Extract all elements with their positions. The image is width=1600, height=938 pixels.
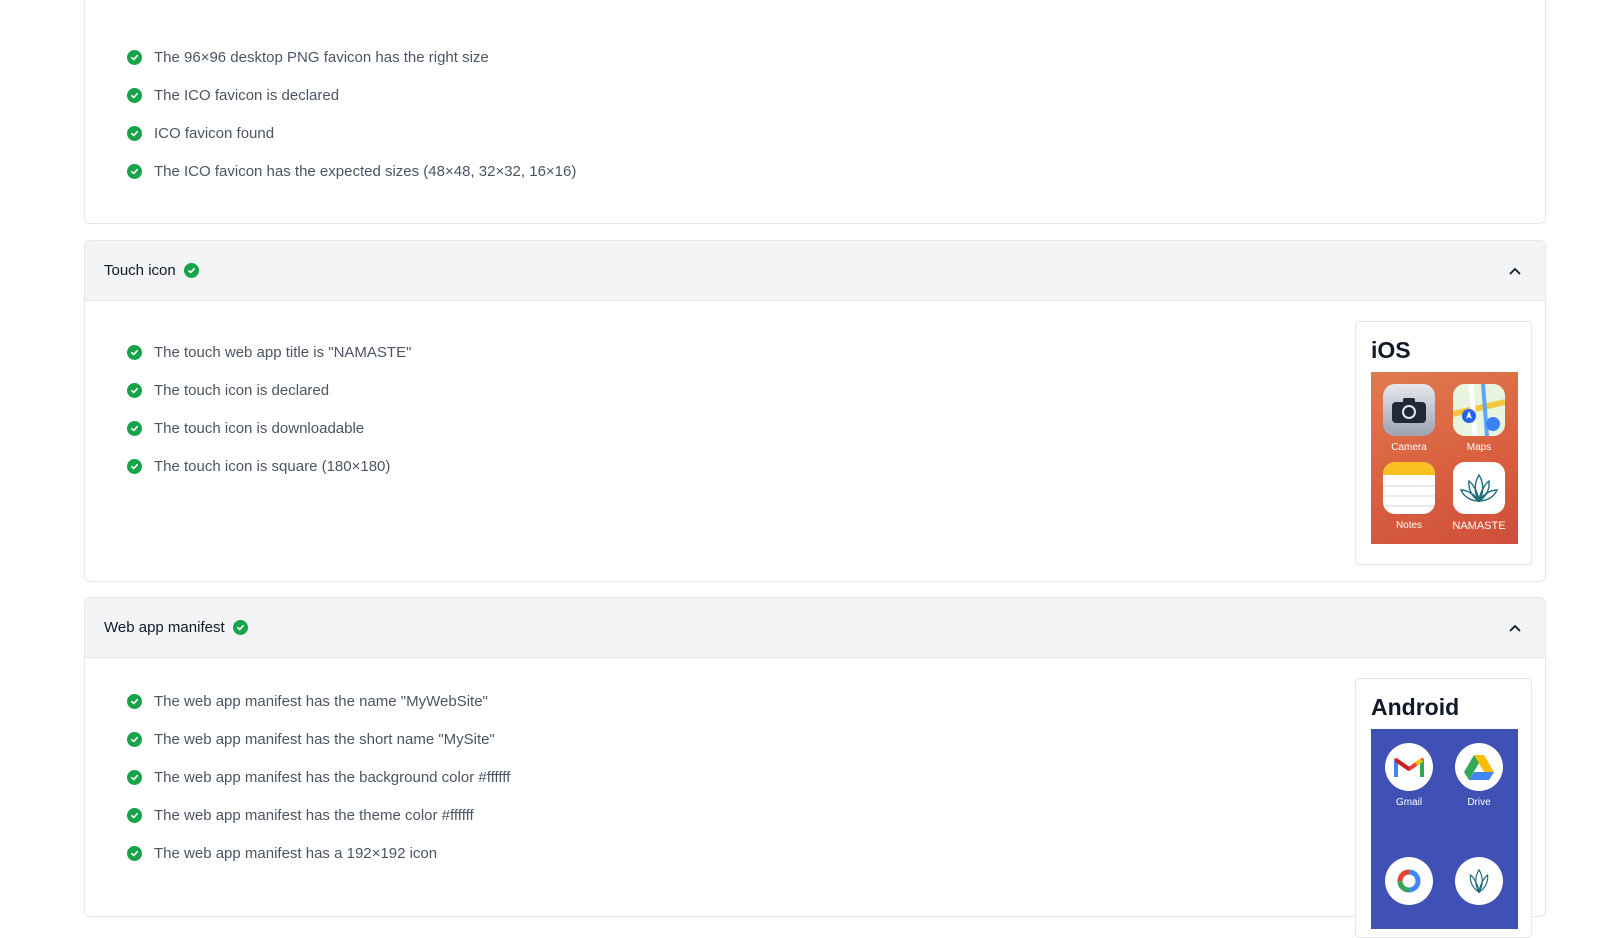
check-circle-icon xyxy=(232,620,248,635)
drive-icon xyxy=(1455,743,1503,791)
check-item: The touch icon is downloadable xyxy=(127,410,411,448)
app-namaste: NAMASTE xyxy=(1449,462,1509,532)
check-circle-icon xyxy=(127,125,142,141)
lotus-icon xyxy=(1455,857,1503,905)
check-circle-icon xyxy=(127,769,142,785)
check-text: The ICO favicon is declared xyxy=(154,87,340,105)
ios-home-screen: Camera Maps Notes NAMASTE xyxy=(1371,372,1518,544)
check-circle-icon xyxy=(127,807,142,823)
touch-icon-checklist: The touch web app title is "NAMASTE" The… xyxy=(127,334,411,485)
check-item: The ICO favicon is declared xyxy=(127,77,576,115)
app-label: Maps xyxy=(1466,442,1492,453)
check-text: The web app manifest has the name "MyWeb… xyxy=(154,693,488,711)
check-text: The touch icon is square (180×180) xyxy=(154,457,391,475)
app-camera: Camera xyxy=(1379,384,1439,453)
check-item: The ICO favicon has the expected sizes (… xyxy=(127,152,576,190)
app-label: NAMASTE xyxy=(1452,520,1506,532)
section-title: Web app manifest xyxy=(104,619,225,636)
check-text: The web app manifest has the theme color… xyxy=(154,806,474,824)
favicon-section: The 96×96 desktop PNG favicon has the ri… xyxy=(84,0,1546,224)
check-item: The web app manifest has the name "MyWeb… xyxy=(127,683,510,721)
check-item: The web app manifest has a 192×192 icon xyxy=(127,834,510,872)
check-item: The 96×96 desktop PNG favicon has the ri… xyxy=(127,39,576,77)
check-text: The web app manifest has a 192×192 icon xyxy=(154,844,438,862)
lotus-icon xyxy=(1453,462,1505,514)
check-circle-icon xyxy=(127,458,142,474)
chevron-up-icon[interactable] xyxy=(1507,263,1523,279)
check-circle-icon xyxy=(127,383,142,399)
check-item: The web app manifest has the theme color… xyxy=(127,796,510,834)
app-drive: Drive xyxy=(1449,743,1509,808)
web-app-manifest-header[interactable]: Web app manifest xyxy=(85,598,1545,658)
app-notes: Notes xyxy=(1379,462,1439,531)
app-label: Camera xyxy=(1391,442,1427,453)
check-text: The touch icon is downloadable xyxy=(154,419,365,437)
camera-icon xyxy=(1383,384,1435,436)
chevron-up-icon[interactable] xyxy=(1507,620,1523,636)
check-item: The touch web app title is "NAMASTE" xyxy=(127,334,411,372)
google-icon xyxy=(1385,857,1433,905)
check-text: The 96×96 desktop PNG favicon has the ri… xyxy=(154,49,489,67)
check-circle-icon xyxy=(127,88,142,104)
check-text: The ICO favicon has the expected sizes (… xyxy=(154,162,577,180)
app-gmail: Gmail xyxy=(1379,743,1439,808)
preview-platform-title: iOS xyxy=(1371,337,1411,363)
preview-platform-title: Android xyxy=(1371,694,1460,720)
check-text: The touch web app title is "NAMASTE" xyxy=(154,344,412,362)
check-circle-icon xyxy=(127,845,142,861)
check-text: ICO favicon found xyxy=(154,124,275,142)
app-maps: Maps xyxy=(1449,384,1509,453)
check-item: The web app manifest has the short name … xyxy=(127,721,510,759)
web-app-manifest-section: Web app manifest The web app manifest ha… xyxy=(84,597,1546,938)
notes-icon xyxy=(1383,462,1435,514)
favicon-checklist: The 96×96 desktop PNG favicon has the ri… xyxy=(127,39,576,190)
touch-icon-header[interactable]: Touch icon xyxy=(85,241,1545,301)
check-text: The touch icon is declared xyxy=(154,382,330,400)
section-title: Touch icon xyxy=(104,262,176,279)
check-item: The touch icon is square (180×180) xyxy=(127,447,411,485)
app-label: Notes xyxy=(1395,520,1423,531)
check-item: ICO favicon found xyxy=(127,115,576,153)
check-circle-icon xyxy=(127,50,142,66)
check-circle-icon xyxy=(127,345,142,361)
check-circle-icon xyxy=(127,732,142,748)
manifest-checklist: The web app manifest has the name "MyWeb… xyxy=(127,683,510,872)
check-item: The touch icon is declared xyxy=(127,372,411,410)
app-label: Drive xyxy=(1467,797,1491,808)
check-text: The web app manifest has the short name … xyxy=(154,731,495,749)
check-circle-icon xyxy=(183,263,199,278)
android-home-screen: Gmail Drive xyxy=(1371,729,1518,929)
gmail-icon xyxy=(1385,743,1433,791)
check-circle-icon xyxy=(127,163,142,179)
maps-icon xyxy=(1453,384,1505,436)
touch-icon-section: Touch icon The touch web app title is "N… xyxy=(84,240,1546,582)
app-namaste xyxy=(1449,857,1509,905)
check-circle-icon xyxy=(127,694,142,710)
app-label: Gmail xyxy=(1395,797,1423,808)
check-text: The web app manifest has the background … xyxy=(154,768,511,786)
check-item: The web app manifest has the background … xyxy=(127,759,510,797)
ios-preview: iOS Camera Maps Notes NAMASTE xyxy=(1355,321,1532,565)
app-photos xyxy=(1379,857,1439,905)
android-preview: Android Gmail Drive xyxy=(1355,678,1532,938)
check-circle-icon xyxy=(127,420,142,436)
